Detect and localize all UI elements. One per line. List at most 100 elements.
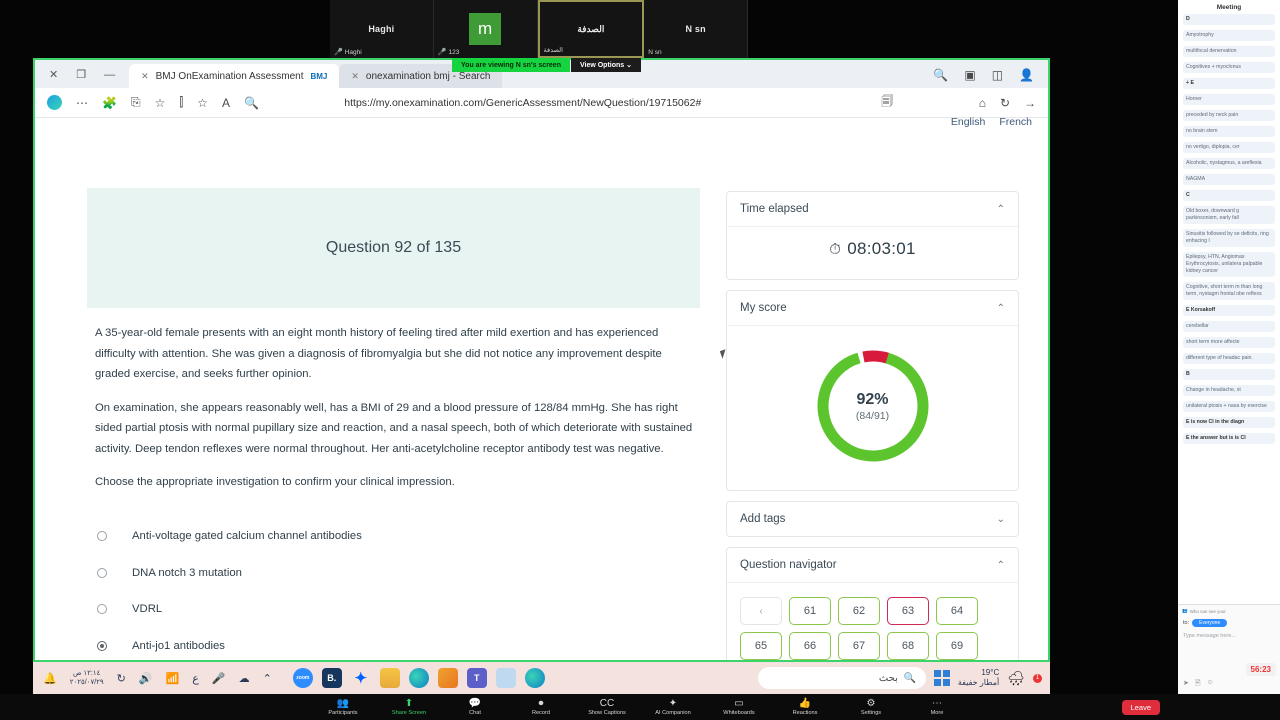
language-indicator[interactable]: ع xyxy=(192,672,199,685)
chevron-up-icon[interactable]: ⌃ xyxy=(997,204,1005,215)
radio-button[interactable] xyxy=(97,604,107,615)
nav-prev-button[interactable]: ‹ xyxy=(740,597,782,625)
nav-question-62[interactable]: 62 xyxy=(838,597,880,625)
nav-question-61[interactable]: 61 xyxy=(789,597,831,625)
start-button[interactable] xyxy=(934,670,950,686)
nav-question-63-current[interactable]: 63 xyxy=(887,597,929,625)
radio-button[interactable] xyxy=(97,531,107,542)
lang-english[interactable]: English xyxy=(951,116,985,128)
chevron-down-icon[interactable]: ⌄ xyxy=(997,514,1005,525)
nav-question-68[interactable]: 68 xyxy=(887,632,929,660)
answer-option[interactable]: VDRL xyxy=(97,591,567,628)
nav-question-65[interactable]: 65 xyxy=(740,632,782,660)
copilot-icon[interactable] xyxy=(47,95,62,110)
close-icon[interactable]: ✕ xyxy=(351,71,359,82)
time-elapsed-header[interactable]: Time elapsed ⌃ xyxy=(727,192,1018,226)
home-icon[interactable]: ⌂ xyxy=(979,96,986,110)
zoom-participants-button[interactable]: 👥 Participants xyxy=(321,698,365,716)
collections-icon[interactable]: ◫ xyxy=(992,68,1003,82)
zoom-reactions-button[interactable]: 👍 Reactions xyxy=(783,698,827,716)
zoom-more-button[interactable]: ⋯ More xyxy=(915,698,959,716)
add-tags-header[interactable]: Add tags ⌄ xyxy=(727,502,1018,536)
wifi-icon[interactable]: 📶 xyxy=(166,672,180,685)
zoom-captions-button[interactable]: CC Show Captions xyxy=(585,698,629,716)
forward-icon[interactable]: → xyxy=(1024,96,1036,110)
emoji-icon[interactable]: ☺ xyxy=(1207,679,1214,690)
nav-question-66[interactable]: 66 xyxy=(789,632,831,660)
zoom-settings-button[interactable]: ⚙ Settings xyxy=(849,698,893,716)
weather-widget[interactable]: 19°C أمطار خفيفة xyxy=(958,668,999,688)
notification-bell-icon[interactable]: 🔔 xyxy=(43,672,57,685)
send-icon[interactable]: ➤ xyxy=(1183,679,1189,690)
radio-button-selected[interactable] xyxy=(97,640,107,651)
chat-recipient-pill[interactable]: Everyone xyxy=(1192,619,1228,627)
zoom-leave-button[interactable]: Leave xyxy=(1121,700,1160,715)
more-icon[interactable]: ⋯ xyxy=(76,96,88,110)
notification-badge[interactable]: 1 xyxy=(1033,673,1042,683)
zoom-whiteboards-button[interactable]: ▭ Whiteboards xyxy=(717,698,761,716)
zoom-share-screen-button[interactable]: ⬆ Share Screen xyxy=(387,698,431,716)
video-tile-123[interactable]: m 🎤 123 xyxy=(434,0,538,58)
minimize-icon[interactable]: — xyxy=(104,69,115,81)
microphone-icon[interactable]: 🎤 xyxy=(212,672,226,685)
chat-message-input[interactable]: Type message here... xyxy=(1178,629,1280,643)
store-app-icon[interactable] xyxy=(437,668,458,688)
nav-question-69[interactable]: 69 xyxy=(936,632,978,660)
close-icon[interactable]: ✕ xyxy=(141,71,149,82)
add-tags-card[interactable]: Add tags ⌄ xyxy=(726,501,1019,537)
profile-icon[interactable]: 👤 xyxy=(1019,68,1034,82)
chevron-up-icon[interactable]: ⌃ xyxy=(997,560,1005,571)
file-icon[interactable]: 🗎 xyxy=(1195,679,1201,690)
photos-app-icon[interactable] xyxy=(495,668,516,688)
video-tile-haghi[interactable]: Haghi 🎤 Haghi xyxy=(330,0,434,58)
answer-option[interactable]: Anti-voltage gated calcium channel antib… xyxy=(97,518,567,555)
refresh-icon[interactable]: ↻ xyxy=(1000,96,1010,110)
page-actions-icon[interactable]: 🗐 xyxy=(881,92,893,113)
read-aloud-icon[interactable]: A xyxy=(222,96,230,110)
time-elapsed-body: ⏱ 08:03:01 xyxy=(727,226,1018,279)
window-controls: ✕ ❐ — xyxy=(35,68,129,88)
nav-question-64[interactable]: 64 xyxy=(936,597,978,625)
restore-icon[interactable]: ❐ xyxy=(76,68,86,81)
view-options-button[interactable]: View Options ⌄ xyxy=(571,58,641,72)
chevron-up-icon[interactable]: ⌃ xyxy=(997,303,1005,314)
volume-icon[interactable]: 🔊 xyxy=(139,672,153,685)
video-tile-active-speaker[interactable]: الصدفة الصدفة xyxy=(537,0,645,58)
file-explorer-icon[interactable] xyxy=(379,668,400,688)
edge-app-icon[interactable] xyxy=(408,668,429,688)
close-icon[interactable]: ✕ xyxy=(49,68,58,81)
bluebeam-app-icon[interactable]: B. xyxy=(321,668,342,688)
zoom-app-icon[interactable]: zoom xyxy=(292,668,313,688)
zoom-chat-button[interactable]: 💬 Chat xyxy=(453,698,497,716)
chat-recipient-row[interactable]: to: Everyone xyxy=(1178,617,1280,629)
video-tile-nsn[interactable]: N sn N sn xyxy=(644,0,748,58)
dropbox-app-icon[interactable]: ✦ xyxy=(350,668,371,688)
copilot-app-icon[interactable] xyxy=(524,668,545,688)
teams-app-icon[interactable]: T xyxy=(466,668,487,688)
lang-french[interactable]: French xyxy=(999,116,1032,128)
zoom-record-button[interactable]: ⏺ Record xyxy=(519,698,563,716)
cloud-icon[interactable]: ☁ xyxy=(239,672,250,685)
browser-tab-onexamination-assessment[interactable]: ✕ BMJ OnExamination Assessment BMJ xyxy=(129,64,340,88)
answer-option[interactable]: DNA notch 3 mutation xyxy=(97,555,567,592)
my-score-header[interactable]: My score ⌃ xyxy=(727,291,1018,325)
radio-button[interactable] xyxy=(97,567,107,578)
answer-option-selected[interactable]: Anti-jo1 antibodies xyxy=(97,628,567,661)
question-navigator-header[interactable]: Question navigator ⌃ xyxy=(727,548,1018,582)
taskbar-search-box[interactable]: بحث 🔍 xyxy=(758,667,927,689)
nav-question-67[interactable]: 67 xyxy=(838,632,880,660)
search-icon[interactable]: 🔍 xyxy=(933,68,948,82)
split-tab-icon[interactable]: ⎘ xyxy=(131,95,141,110)
find-icon[interactable]: 🔍 xyxy=(244,96,259,110)
url-field[interactable]: https://my.onexamination.com/GenericAsse… xyxy=(273,92,965,113)
extensions-icon[interactable]: 🧩 xyxy=(102,96,117,110)
show-hidden-icons[interactable]: ⌃ xyxy=(263,672,272,685)
chat-composer: 👥 Who can see your to: Everyone Type mes… xyxy=(1178,604,1280,694)
sync-icon[interactable]: ↻ xyxy=(117,672,126,685)
favorites-bar-icon[interactable]: ☆ xyxy=(155,96,166,110)
taskbar-clock[interactable]: ١٢:١٤ ص ٢٠٢٥/٠٧/٢٩ xyxy=(70,669,104,687)
split-screen-icon[interactable]: ▣ xyxy=(964,68,975,82)
zoom-ai-companion-button[interactable]: ✦ AI Companion xyxy=(651,698,695,716)
add-favorite-icon[interactable]: ☆ xyxy=(197,96,208,110)
reading-pane-icon[interactable]: ⫿ xyxy=(179,95,183,110)
